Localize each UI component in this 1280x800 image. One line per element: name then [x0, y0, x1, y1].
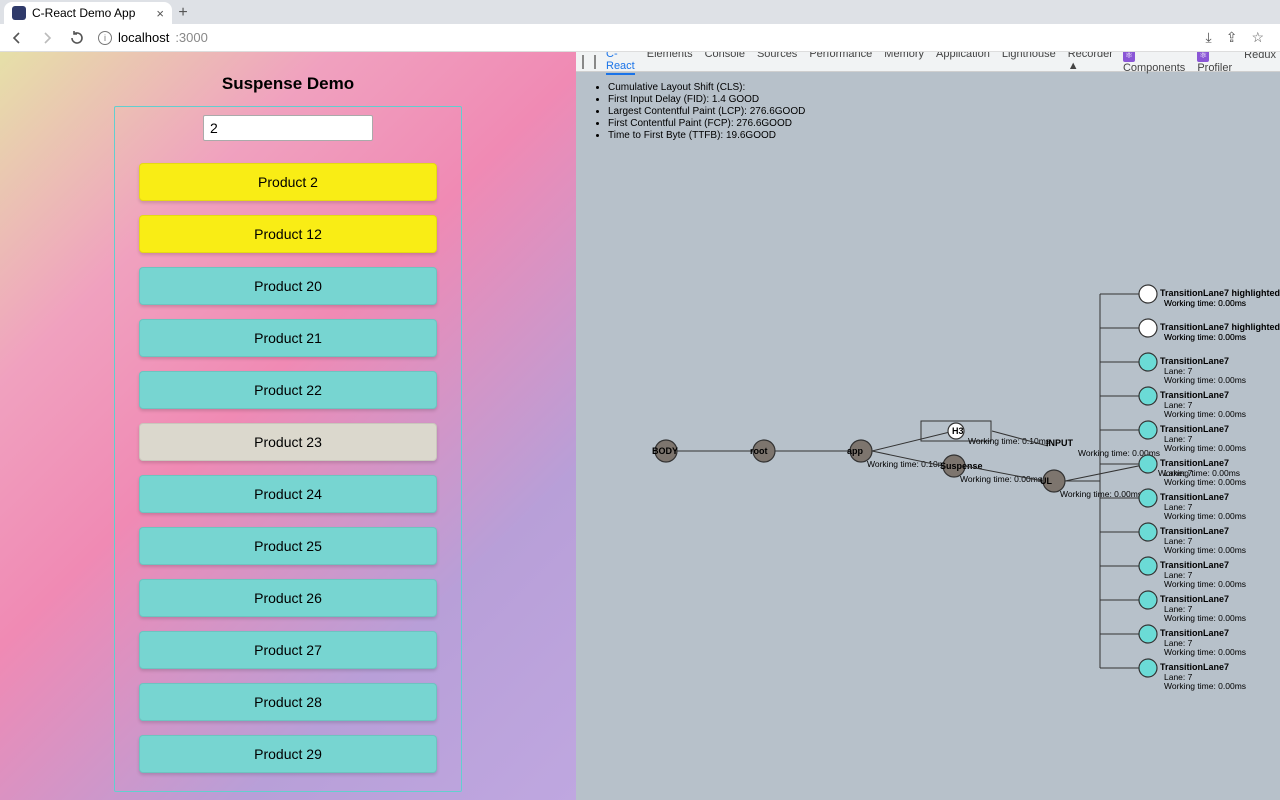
svg-text:TransitionLane7: TransitionLane7 — [1160, 356, 1229, 366]
svg-text:UL: UL — [1040, 476, 1052, 486]
search-input[interactable] — [203, 115, 373, 141]
share-icon[interactable]: ⇪ — [1226, 29, 1238, 46]
svg-text:Working time: 0.00ms: Working time: 0.00ms — [960, 474, 1042, 484]
metric-item: First Contentful Paint (FCP): 276.6GOOD — [608, 118, 1266, 129]
install-icon[interactable]: ⤓ — [1206, 29, 1212, 46]
back-icon[interactable] — [8, 29, 26, 47]
new-tab-button[interactable]: + — [172, 2, 194, 24]
devtools-tab[interactable]: Console — [705, 52, 745, 75]
svg-text:Working time: 0.00ms: Working time: 0.00ms — [1164, 511, 1246, 521]
browser-tab[interactable]: C-React Demo App × — [4, 2, 172, 24]
product-item[interactable]: Product 29 — [139, 735, 437, 773]
demo-container: Product 2 Product 12 Product 20 Product 21 P… — [114, 106, 462, 792]
tab-strip: C-React Demo App × + — [0, 0, 1280, 24]
url-port: :3000 — [175, 30, 208, 45]
product-item[interactable]: Product 23 — [139, 423, 437, 461]
devtools-tab[interactable]: Elements — [647, 52, 693, 75]
svg-text:app: app — [847, 446, 864, 456]
reload-icon[interactable] — [68, 29, 86, 47]
svg-text:INPUT: INPUT — [1046, 438, 1074, 448]
svg-text:TransitionLane7 highlighted: TransitionLane7 highlighted — [1160, 322, 1280, 332]
svg-text:Working time: 0.00ms: Working time: 0.00ms — [1164, 545, 1246, 555]
url-bar[interactable]: i localhost :3000 — [98, 27, 1194, 49]
svg-text:Working time: 0.00ms: Working time: 0.00ms — [1164, 613, 1246, 623]
fiber-tree[interactable]: BODYrootappWorking time: 0.10msSuspenseW… — [576, 192, 1280, 800]
close-icon[interactable]: × — [156, 6, 164, 21]
devtools-tab[interactable]: Recorder ▲ — [1068, 52, 1113, 75]
svg-text:Working time: 0.00ms: Working time: 0.00ms — [1164, 477, 1246, 487]
forward-icon[interactable] — [38, 29, 56, 47]
svg-text:Working time: 0.00ms: Working time: 0.00ms — [1164, 579, 1246, 589]
star-icon[interactable]: ☆ — [1251, 29, 1264, 46]
svg-text:Working time: 0.00ms: Working time: 0.00ms — [1164, 409, 1246, 419]
svg-text:Working time: 0.00ms: Working time: 0.00ms — [1164, 681, 1246, 691]
toolbar: i localhost :3000 ⤓ ⇪ ☆ — [0, 24, 1280, 52]
devtools-tabs: C-React Elements Console Sources Performance… — [606, 52, 1113, 75]
element-picker-icon[interactable] — [582, 55, 584, 69]
product-item[interactable]: Product 26 — [139, 579, 437, 617]
devtools-tab[interactable]: Performance — [809, 52, 872, 75]
device-toolbar-icon[interactable] — [594, 55, 596, 69]
svg-text:TransitionLane7: TransitionLane7 — [1160, 662, 1229, 672]
svg-text:BODY: BODY — [652, 446, 678, 456]
app-page: Suspense Demo Product 2Product 12Product… — [0, 52, 576, 800]
product-item[interactable]: Product 28 — [139, 683, 437, 721]
product-item[interactable]: Product 12 — [139, 215, 437, 253]
svg-text:root: root — [750, 446, 768, 456]
svg-text:TransitionLane7: TransitionLane7 — [1160, 560, 1229, 570]
metric-item: Time to First Byte (TTFB): 19.6GOOD — [608, 130, 1266, 141]
devtools-extension-tab[interactable]: ⚛Profiler — [1197, 52, 1232, 74]
svg-text:TransitionLane7: TransitionLane7 — [1160, 492, 1229, 502]
product-list: Product 2 Product 12 Product 20 Product 21 P… — [139, 163, 437, 773]
devtools-extension-tab[interactable]: Redux — [1244, 52, 1276, 74]
svg-text:Working time: 0.00ms: Working time: 0.00ms — [1164, 647, 1246, 657]
svg-text:Working time: 0.10ms: Working time: 0.10ms — [867, 459, 949, 469]
devtools-tab[interactable]: Application — [936, 52, 990, 75]
metrics-list: Cumulative Layout Shift (CLS):First Inpu… — [576, 72, 1280, 141]
favicon-icon — [12, 6, 26, 20]
svg-text:H3: H3 — [952, 426, 964, 436]
product-item[interactable]: Product 2 — [139, 163, 437, 201]
chrome-actions: ⤓ ⇪ ☆ — [1206, 29, 1273, 46]
product-item[interactable]: Product 24 — [139, 475, 437, 513]
svg-text:Working time: 0.00ms: Working time: 0.00ms — [1164, 443, 1246, 453]
tab-title: C-React Demo App — [32, 6, 150, 20]
devtools-tab[interactable]: Sources — [757, 52, 797, 75]
product-item[interactable]: Product 20 — [139, 267, 437, 305]
svg-text:Working time: 0.00ms: Working time: 0.00ms — [1164, 298, 1246, 308]
product-item[interactable]: Product 21 — [139, 319, 437, 357]
metric-item: Cumulative Layout Shift (CLS): — [608, 82, 1266, 93]
page-title: Suspense Demo — [222, 74, 354, 94]
devtools-extension-tab[interactable]: ⚛Components — [1123, 52, 1185, 74]
svg-text:TransitionLane7: TransitionLane7 — [1160, 526, 1229, 536]
devtools-tab[interactable]: C-React — [606, 52, 635, 75]
svg-text:Working time: 0.10ms: Working time: 0.10ms — [968, 436, 1050, 446]
devtools-extensions: ⚛Components⚛ProfilerReduxAdBlock — [1123, 52, 1280, 74]
product-item[interactable]: Product 27 — [139, 631, 437, 669]
site-info-icon[interactable]: i — [98, 31, 112, 45]
devtools-panel: C-React Elements Console Sources Performance… — [576, 52, 1280, 800]
svg-text:TransitionLane7: TransitionLane7 — [1160, 424, 1229, 434]
metric-item: First Input Delay (FID): 1.4 GOOD — [608, 94, 1266, 105]
svg-text:TransitionLane7: TransitionLane7 — [1160, 594, 1229, 604]
svg-text:TransitionLane7: TransitionLane7 — [1160, 458, 1229, 468]
svg-text:Working time: 0.00ms: Working time: 0.00ms — [1164, 375, 1246, 385]
svg-text:Suspense: Suspense — [940, 461, 983, 471]
devtools-topbar: C-React Elements Console Sources Performance… — [576, 52, 1280, 72]
devtools-tab[interactable]: Memory — [884, 52, 924, 75]
svg-text:TransitionLane7: TransitionLane7 — [1160, 628, 1229, 638]
svg-text:Working time: 0.00ms: Working time: 0.00ms — [1164, 332, 1246, 342]
svg-text:TransitionLane7 highlighted: TransitionLane7 highlighted — [1160, 288, 1280, 298]
product-item[interactable]: Product 22 — [139, 371, 437, 409]
metric-item: Largest Contentful Paint (LCP): 276.6GOO… — [608, 106, 1266, 117]
svg-text:TransitionLane7: TransitionLane7 — [1160, 390, 1229, 400]
product-item[interactable]: Product 25 — [139, 527, 437, 565]
url-host: localhost — [118, 30, 169, 45]
devtools-tab[interactable]: Lighthouse — [1002, 52, 1056, 75]
